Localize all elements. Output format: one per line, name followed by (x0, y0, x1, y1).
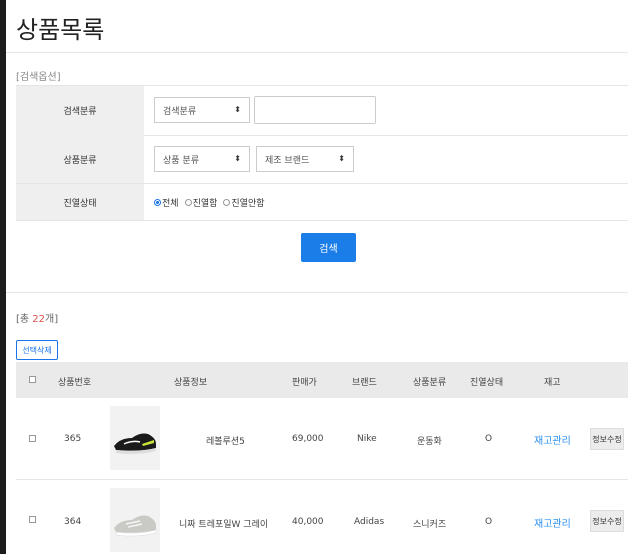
stock-manage-link[interactable]: 재고관리 (534, 515, 571, 530)
search-options-label: [검색옵션] (16, 72, 61, 83)
radio-selected-icon (154, 199, 161, 206)
product-image (110, 406, 160, 470)
edit-info-button[interactable]: 정보수정 (590, 510, 624, 532)
product-name[interactable]: 니짜 트레포일W 그레이 (179, 517, 268, 530)
product-category: 스니커즈 (413, 520, 447, 530)
header-category: 상품분류 (413, 378, 447, 388)
product-category-select-value: 상품 분류 (163, 155, 199, 166)
product-category-label: 상품분류 (16, 135, 144, 183)
chevron-down-icon: ⬍ (338, 154, 345, 163)
search-category-select-value: 검색분류 (163, 106, 197, 117)
radio-all[interactable]: 전체 (154, 196, 179, 209)
header-stock: 재고 (544, 378, 561, 388)
table-row: 365 레볼루션5 69,000 Nike 운동화 O 재고관리 정보수정 (16, 399, 628, 480)
search-category-label: 검색분류 (16, 86, 144, 135)
header-brand: 브랜드 (352, 378, 377, 388)
header-display-status: 진열상태 (470, 378, 504, 388)
search-keyword-input[interactable] (254, 96, 376, 124)
radio-icon (223, 199, 231, 206)
header-price: 판매가 (292, 378, 317, 388)
radio-displayed[interactable]: 진열함 (184, 196, 218, 209)
header-product-info: 상품정보 (174, 378, 208, 388)
radio-all-label: 전체 (162, 199, 179, 209)
select-all-checkbox[interactable] (29, 376, 36, 383)
product-display-status: O (485, 517, 493, 527)
brand-select[interactable]: 제조 브랜드 ⬍ (256, 146, 354, 172)
search-button[interactable]: 검색 (301, 233, 356, 262)
chevron-down-icon: ⬍ (234, 154, 241, 163)
product-id: 365 (64, 434, 82, 444)
chevron-down-icon: ⬍ (234, 105, 241, 114)
search-category-select[interactable]: 검색분류 ⬍ (154, 97, 250, 123)
table-row: 364 니짜 트레포일W 그레이 40,000 Adidas 스니커즈 O 재고… (16, 480, 628, 554)
header-product-id: 상품번호 (58, 378, 92, 388)
sneaker-black-image (110, 406, 160, 470)
product-image (110, 488, 160, 552)
table-header: 상품번호 상품정보 판매가 브랜드 상품분류 진열상태 재고 (16, 362, 628, 398)
product-list-page: 상품목록 [검색옵션] 검색분류 검색분류 ⬍ 상품분류 상품 분류 ⬍ 제조 … (6, 0, 628, 554)
row-checkbox[interactable] (29, 516, 36, 523)
divider (6, 292, 628, 293)
radio-not-displayed[interactable]: 진열안함 (223, 196, 265, 209)
search-row-category: 검색분류 검색분류 ⬍ (16, 85, 628, 136)
product-count: [총 22개] (16, 310, 58, 325)
display-status-label: 진열상태 (16, 184, 144, 220)
brand-select-value: 제조 브랜드 (265, 155, 310, 166)
product-price: 40,000 (292, 517, 324, 527)
divider (6, 52, 628, 53)
product-category: 운동화 (417, 437, 442, 447)
radio-displayed-label: 진열함 (192, 199, 218, 209)
product-id: 364 (64, 517, 82, 527)
display-status-radio-group: 전체 진열함 진열안함 (154, 196, 265, 209)
product-category-select[interactable]: 상품 분류 ⬍ (154, 146, 250, 172)
page-title: 상품목록 (16, 16, 105, 44)
product-display-status: O (485, 434, 493, 444)
radio-icon (184, 199, 192, 206)
radio-not-displayed-label: 진열안함 (231, 199, 265, 209)
product-price: 69,000 (292, 434, 324, 444)
edit-info-button[interactable]: 정보수정 (590, 428, 624, 450)
product-brand: Nike (357, 434, 377, 444)
product-name[interactable]: 레볼루션5 (206, 434, 245, 447)
search-row-display-status: 진열상태 전체 진열함 진열안함 (16, 184, 628, 221)
stock-manage-link[interactable]: 재고관리 (534, 432, 571, 447)
sneaker-grey-image (110, 488, 160, 552)
count-suffix: 개] (45, 314, 59, 325)
row-checkbox[interactable] (29, 435, 36, 442)
count-number: 22 (32, 314, 46, 325)
product-brand: Adidas (354, 517, 385, 527)
search-row-product-category: 상품분류 상품 분류 ⬍ 제조 브랜드 ⬍ (16, 135, 628, 184)
delete-selected-button[interactable]: 선택삭제 (16, 340, 58, 360)
count-prefix: [총 (16, 314, 33, 325)
